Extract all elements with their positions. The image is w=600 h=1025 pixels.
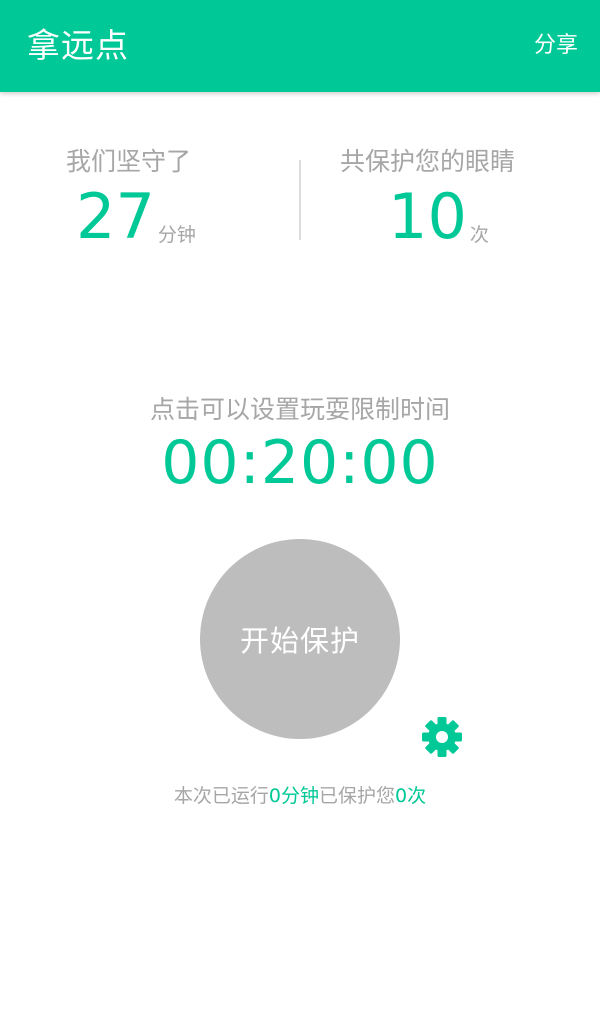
times-protected-stat: 共保护您的眼睛 10 次 xyxy=(300,140,600,260)
session-summary: 本次已运行0分钟已保护您0次 xyxy=(0,782,600,810)
app-bar: 拿远点 分享 xyxy=(0,0,600,92)
start-protection-button[interactable]: 开始保护 xyxy=(200,539,400,739)
minutes-guarded-unit: 分钟 xyxy=(157,224,196,246)
times-protected-value-row: 10 次 xyxy=(388,182,489,252)
times-protected-label: 共保护您的眼睛 xyxy=(340,147,516,176)
timer-hint[interactable]: 点击可以设置玩耍限制时间 xyxy=(0,393,600,427)
times-protected-unit: 次 xyxy=(469,224,489,246)
minutes-guarded-value-row: 27 分钟 xyxy=(76,182,196,252)
summary-count: 0次 xyxy=(395,785,427,807)
timer-value[interactable]: 00:20:00 xyxy=(0,428,600,498)
stats-divider xyxy=(299,160,301,240)
summary-middle: 已保护您 xyxy=(319,785,396,807)
share-button[interactable]: 分享 xyxy=(534,30,578,62)
times-protected-value: 10 xyxy=(388,180,467,253)
gear-icon[interactable] xyxy=(421,716,463,758)
app-title: 拿远点 xyxy=(27,26,129,65)
minutes-guarded-label: 我们坚守了 xyxy=(66,147,192,176)
summary-minutes: 0分钟 xyxy=(268,785,319,807)
minutes-guarded-stat: 我们坚守了 27 分钟 xyxy=(0,140,300,260)
start-protection-label: 开始保护 xyxy=(239,624,360,658)
summary-prefix: 本次已运行 xyxy=(173,785,269,807)
gear-icon-graphic xyxy=(422,717,462,757)
minutes-guarded-value: 27 xyxy=(76,180,155,253)
